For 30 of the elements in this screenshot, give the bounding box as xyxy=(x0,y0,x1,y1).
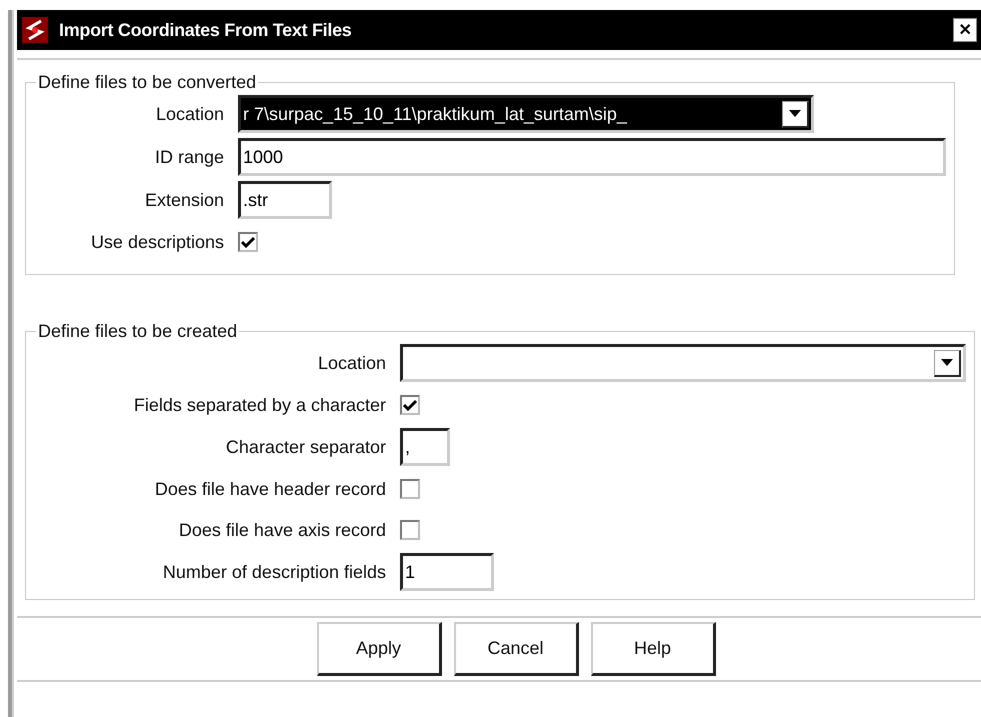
group-title: Define files to be converted xyxy=(37,72,258,93)
field-label: Number of description fields xyxy=(162,562,386,582)
field-label: Location xyxy=(316,352,386,374)
app-logo-icon xyxy=(21,16,49,44)
dialog-button[interactable]: Help xyxy=(590,622,716,676)
window-title: Import Coordinates From Text Files xyxy=(59,20,353,40)
field-label: Use descriptions xyxy=(90,232,224,252)
field-label: Character separator xyxy=(224,436,386,458)
field-label: Location xyxy=(154,104,224,124)
group-title: Define files to be created xyxy=(37,321,238,342)
field-label: Does file have header record xyxy=(154,478,386,500)
location-dropdown[interactable]: r 7\surpac_15_10_11\praktikum_lat_surtam\sip_ xyxy=(238,95,814,133)
checkbox[interactable] xyxy=(400,479,420,499)
input-field[interactable]: .str xyxy=(238,181,332,219)
checkbox[interactable] xyxy=(238,232,258,252)
location-dropdown[interactable] xyxy=(400,344,966,382)
dropdown-arrow-icon xyxy=(789,110,801,117)
checkbox[interactable] xyxy=(400,520,420,540)
dialog-button[interactable]: Cancel xyxy=(454,622,578,676)
field-label: ID range xyxy=(154,146,224,168)
close-button[interactable]: ✕ xyxy=(953,18,977,42)
dialog-button[interactable]: Apply xyxy=(316,622,442,676)
input-field[interactable]: 1 xyxy=(400,553,494,591)
input-field[interactable]: 1000 xyxy=(238,138,946,176)
field-label: Does file have axis record xyxy=(178,520,386,540)
checkbox[interactable] xyxy=(400,395,420,415)
input-field[interactable]: , xyxy=(400,428,450,466)
dropdown-arrow-icon xyxy=(941,359,953,366)
field-label: Fields separated by a character xyxy=(132,394,386,416)
field-label: Extension xyxy=(144,190,224,210)
